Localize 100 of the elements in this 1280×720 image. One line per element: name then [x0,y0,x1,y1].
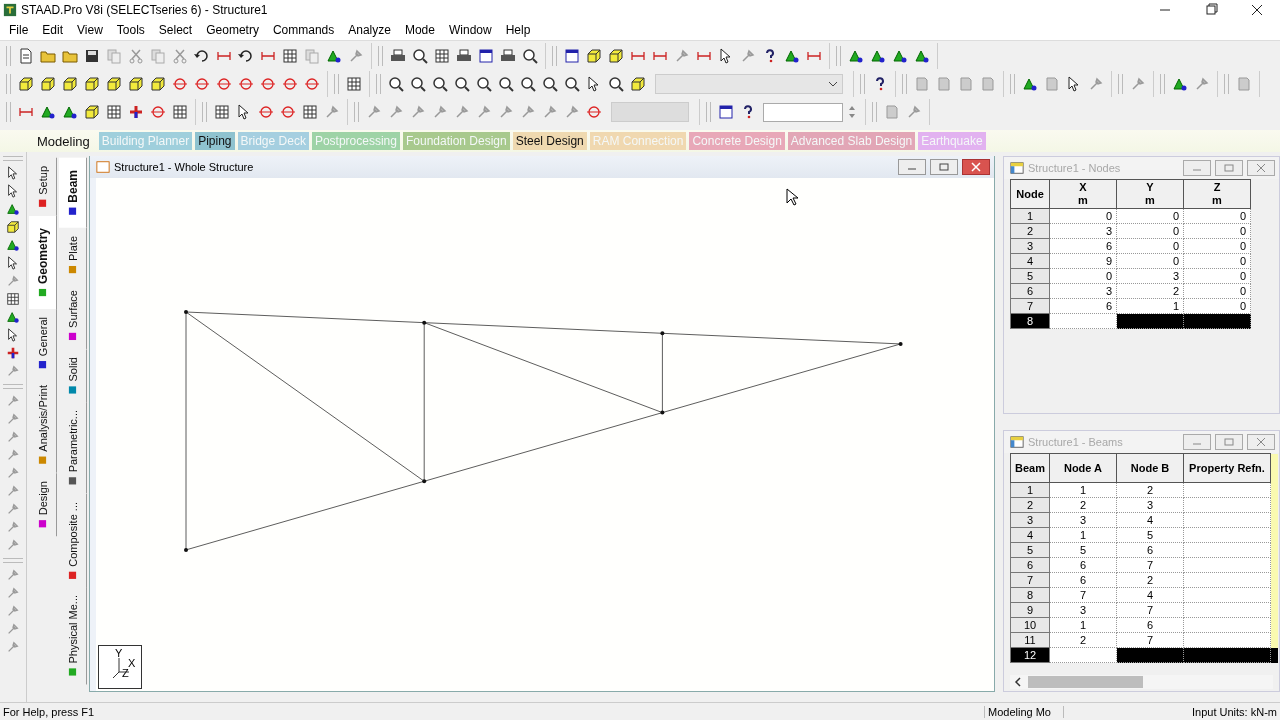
menu-item[interactable]: Select [151,23,200,37]
tool-icon[interactable] [6,538,20,552]
cube-icon[interactable] [106,76,122,92]
rotate-icon[interactable] [216,76,232,92]
tool-icon[interactable] [1130,76,1146,92]
window-icon[interactable] [564,48,580,64]
tool-icon[interactable] [6,484,20,498]
column-header[interactable]: Beam [1010,453,1050,483]
tool-icon[interactable] [366,104,382,120]
sub-tab[interactable]: Solid [59,348,87,403]
printer-icon[interactable] [500,48,516,64]
tool-icon[interactable] [740,48,756,64]
column-header[interactable]: Property Refn. [1183,453,1271,483]
zoom-icon[interactable] [432,76,448,92]
workflow-tab[interactable]: Modeling [34,131,96,151]
plus-icon[interactable] [6,346,20,360]
tool-icon[interactable] [6,448,20,462]
structure-icon[interactable] [1022,76,1038,92]
tool-icon[interactable] [1088,76,1104,92]
rotate-icon[interactable] [238,76,254,92]
rotate-icon[interactable] [282,76,298,92]
menu-item[interactable]: Geometry [199,23,266,37]
printer-icon[interactable] [390,48,406,64]
pointer-icon[interactable] [6,184,20,198]
page-tab[interactable]: General [29,308,57,377]
zoom-icon[interactable] [454,76,470,92]
zoom-icon[interactable] [608,76,624,92]
structure-icon[interactable] [40,104,56,120]
undo-icon[interactable] [238,48,254,64]
zoom-icon[interactable] [542,76,558,92]
caret-icon[interactable] [828,81,838,87]
cube-icon[interactable] [586,48,602,64]
plus-icon[interactable] [128,104,144,120]
rotate-icon[interactable] [172,76,188,92]
tool-icon[interactable] [6,520,20,534]
structure-icon[interactable] [784,48,800,64]
structure-icon[interactable] [892,48,908,64]
grid-icon[interactable] [6,292,20,306]
zoom-icon[interactable] [520,76,536,92]
tool-icon[interactable] [324,104,340,120]
tool-icon[interactable] [454,104,470,120]
folder-icon[interactable] [40,48,56,64]
page-tab[interactable]: Geometry [29,215,57,309]
sub-tab[interactable]: Parametric... [59,402,87,494]
tool-icon[interactable] [6,412,20,426]
column-header[interactable]: Z m [1183,179,1251,209]
sub-tab[interactable]: Physical Me... [59,587,87,685]
column-header[interactable]: Node A [1049,453,1117,483]
tool-icon[interactable] [542,104,558,120]
cube-icon[interactable] [18,76,34,92]
zoom-icon[interactable] [388,76,404,92]
menu-item[interactable]: Tools [109,23,152,37]
tool-icon[interactable] [6,568,20,582]
structure-icon[interactable] [62,104,78,120]
page-tab[interactable]: Design [29,472,57,536]
zoom-icon[interactable] [564,76,580,92]
tool-icon[interactable] [564,104,580,120]
column-header[interactable]: Y m [1116,179,1184,209]
cube-icon[interactable] [84,104,100,120]
zoom-icon[interactable] [410,76,426,92]
tool-icon[interactable] [6,622,20,636]
cube-icon[interactable] [62,76,78,92]
menu-item[interactable]: File [2,23,36,37]
window-icon[interactable] [478,48,494,64]
structure-icon[interactable] [914,48,930,64]
structure-icon[interactable] [6,238,20,252]
rotate-icon[interactable] [258,104,274,120]
tool-icon[interactable] [520,104,536,120]
tool-icon[interactable] [6,604,20,618]
page-tab[interactable]: Analysis/Print [29,376,57,473]
rotate-icon[interactable] [194,76,210,92]
structure-icon[interactable] [1172,76,1188,92]
grid-icon[interactable] [282,48,298,64]
close-button[interactable] [962,159,990,175]
zoom-icon[interactable] [498,76,514,92]
grid-icon[interactable] [434,48,450,64]
pointer-icon[interactable] [6,166,20,180]
cube-icon[interactable] [608,48,624,64]
rotate-icon[interactable] [586,104,602,120]
tool-icon[interactable] [6,394,20,408]
tool-icon[interactable] [410,104,426,120]
column-header[interactable]: Node B [1116,453,1184,483]
sub-tab[interactable]: Composite ... [59,493,87,588]
menu-item[interactable]: Edit [35,23,71,37]
cube-icon[interactable] [6,220,20,234]
structure-icon[interactable] [6,202,20,216]
tool-icon[interactable] [6,466,20,480]
zoom-icon[interactable] [412,48,428,64]
grid-icon[interactable] [214,104,230,120]
workflow-tab[interactable]: Piping [195,132,235,150]
zoom-icon[interactable] [522,48,538,64]
tool-icon[interactable] [388,104,404,120]
cube-icon[interactable] [40,76,56,92]
structure-icon[interactable] [848,48,864,64]
save-icon[interactable] [84,48,100,64]
folder-icon[interactable] [62,48,78,64]
tool-icon[interactable] [906,104,922,120]
sub-tab[interactable]: Surface [59,281,87,349]
tool-icon[interactable] [6,640,20,654]
horizontal-scrollbar[interactable] [1010,675,1273,689]
